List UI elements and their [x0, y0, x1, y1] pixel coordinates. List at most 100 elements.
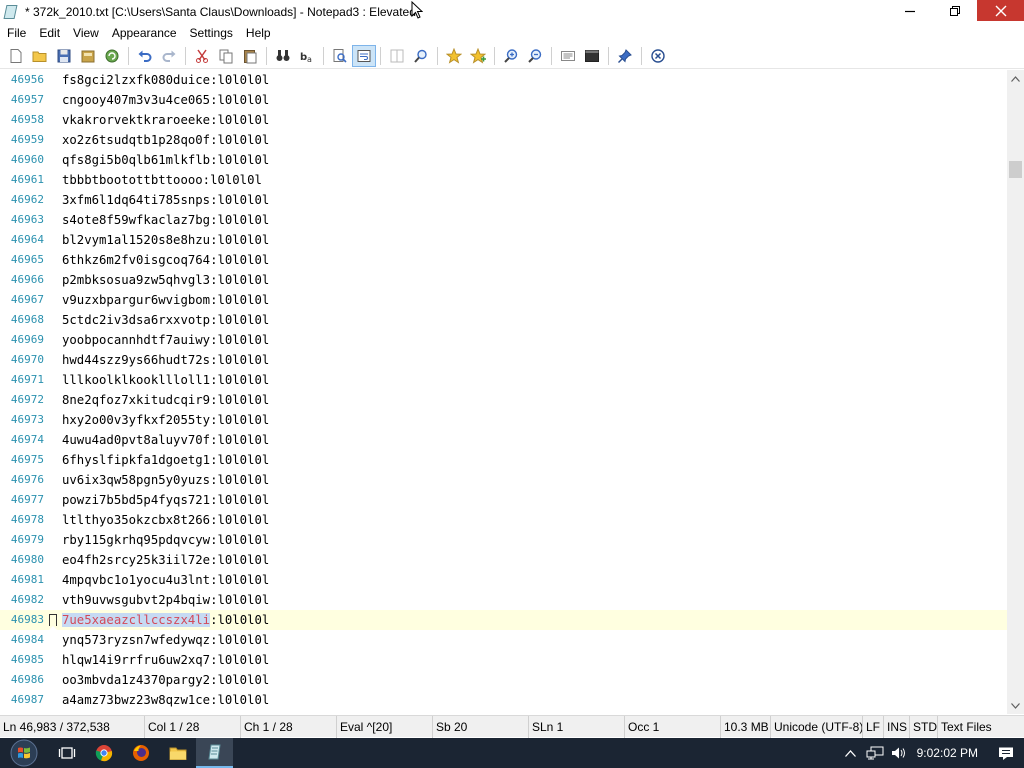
redo-button[interactable]	[157, 45, 181, 67]
editor-line[interactable]: 46961 tbbbtbootottbttoooo:l0l0l0l	[0, 170, 1007, 190]
line-text[interactable]: powzi7b5bd5p4fyqs721:l0l0l0l	[62, 490, 269, 510]
line-text[interactable]: vkakrorvektkraroeeke:l0l0l0l	[62, 110, 269, 130]
line-text[interactable]: 7ue5xaeazcllccszx4li:l0l0l0l	[62, 610, 269, 630]
save-copy-button[interactable]	[76, 45, 100, 67]
line-text[interactable]: hlqw14i9rrfru6uw2xq7:l0l0l0l	[62, 650, 269, 670]
undo-button[interactable]	[133, 45, 157, 67]
line-text[interactable]: 4uwu4ad0pvt8aluyv70f:l0l0l0l	[62, 430, 269, 450]
editor-line[interactable]: 46980 eo4fh2srcy25k3iil72e:l0l0l0l	[0, 550, 1007, 570]
editor-line[interactable]: 46967 v9uzxbpargur6wvigbom:l0l0l0l	[0, 290, 1007, 310]
task-view-button[interactable]	[48, 738, 85, 768]
line-text[interactable]: qfs8gi5b0qlb61mlkflb:l0l0l0l	[62, 150, 269, 170]
bookmark-gutter[interactable]	[44, 310, 62, 330]
taskbar-clock[interactable]: 9:02:02 PM	[911, 746, 988, 760]
editor-line[interactable]: 46976 uv6ix3qw58pgn5y0yuzs:l0l0l0l	[0, 470, 1007, 490]
line-text[interactable]: 4mpqvbc1o1yocu4u3lnt:l0l0l0l	[62, 570, 269, 590]
menu-settings[interactable]: Settings	[183, 23, 239, 43]
start-button[interactable]	[0, 738, 48, 768]
editor-line[interactable]: 46978 ltlthyo35okzcbx8t266:l0l0l0l	[0, 510, 1007, 530]
line-text[interactable]: bl2vym1al1520s8e8hzu:l0l0l0l	[62, 230, 269, 250]
bookmark-gutter[interactable]	[44, 690, 62, 710]
close-window-button[interactable]	[977, 0, 1024, 21]
bookmark-gutter[interactable]	[44, 270, 62, 290]
line-text[interactable]: vth9uvwsgubvt2p4bqiw:l0l0l0l	[62, 590, 269, 610]
line-text[interactable]: hxy2o00v3yfkxf2055ty:l0l0l0l	[62, 410, 269, 430]
bookmark-gutter[interactable]	[44, 650, 62, 670]
line-text[interactable]: oo3mbvda1z4370pargy2:l0l0l0l	[62, 670, 269, 690]
menu-help[interactable]: Help	[239, 23, 277, 43]
find-button[interactable]	[271, 45, 295, 67]
editor-line[interactable]: 46973 hxy2o00v3yfkxf2055ty:l0l0l0l	[0, 410, 1007, 430]
line-text[interactable]: cngooy407m3v3u4ce065:l0l0l0l	[62, 90, 269, 110]
bookmark-gutter[interactable]	[44, 490, 62, 510]
cut-button[interactable]	[190, 45, 214, 67]
line-text[interactable]: xo2z6tsudqtb1p28qo0f:l0l0l0l	[62, 130, 269, 150]
editor-line[interactable]: 46969 yoobpocannhdtf7auiwy:l0l0l0l	[0, 330, 1007, 350]
editor-line[interactable]: 46964 bl2vym1al1520s8e8hzu:l0l0l0l	[0, 230, 1007, 250]
line-text[interactable]: tbbbtbootottbttoooo:l0l0l0l	[62, 170, 262, 190]
line-text[interactable]: 6fhyslfipkfa1dgoetg1:l0l0l0l	[62, 450, 269, 470]
line-text[interactable]: p2mbksosua9zw5qhvgl3:l0l0l0l	[62, 270, 269, 290]
status-file-size[interactable]: 10.3 MB	[721, 715, 771, 738]
line-text[interactable]: s4ote8f59wfkaclaz7bg:l0l0l0l	[62, 210, 269, 230]
bookmark-gutter[interactable]	[44, 190, 62, 210]
add-favorite-button[interactable]	[466, 45, 490, 67]
exit-button[interactable]	[646, 45, 670, 67]
editor-line[interactable]: 46958 vkakrorvektkraroeeke:l0l0l0l	[0, 110, 1007, 130]
status-occurrences[interactable]: Occ 1	[625, 715, 721, 738]
editor-line[interactable]: 46970 hwd44szz9ys66hudt72s:l0l0l0l	[0, 350, 1007, 370]
taskbar-file-explorer[interactable]	[159, 738, 196, 768]
status-insert-mode[interactable]: INS	[884, 715, 910, 738]
line-text[interactable]: a4amz73bwz23w8qzw1ce:l0l0l0l	[62, 690, 269, 710]
bookmark-gutter[interactable]	[44, 170, 62, 190]
line-text[interactable]: 5ctdc2iv3dsa6rxxvotp:l0l0l0l	[62, 310, 269, 330]
editor-line[interactable]: 46972 8ne2qfoz7xkitudcqir9:l0l0l0l	[0, 390, 1007, 410]
editor-line[interactable]: 46977 powzi7b5bd5p4fyqs721:l0l0l0l	[0, 490, 1007, 510]
editor-line[interactable]: 46981 4mpqvbc1o1yocu4u3lnt:l0l0l0l	[0, 570, 1007, 590]
favorites-button[interactable]	[442, 45, 466, 67]
bookmark-gutter[interactable]	[44, 670, 62, 690]
bookmark-gutter[interactable]	[44, 250, 62, 270]
bookmark-gutter[interactable]	[44, 430, 62, 450]
editor-line[interactable]: 46983 7ue5xaeazcllccszx4li:l0l0l0l	[0, 610, 1007, 630]
editor-line[interactable]: 46986 oo3mbvda1z4370pargy2:l0l0l0l	[0, 670, 1007, 690]
copy-button[interactable]	[214, 45, 238, 67]
line-text[interactable]: eo4fh2srcy25k3iil72e:l0l0l0l	[62, 550, 269, 570]
editor-line[interactable]: 46957 cngooy407m3v3u4ce065:l0l0l0l	[0, 90, 1007, 110]
status-char[interactable]: Ch 1 / 28	[241, 715, 337, 738]
scroll-down-button[interactable]	[1007, 697, 1024, 714]
long-line-marker-button[interactable]	[385, 45, 409, 67]
status-eval[interactable]: Eval ^[20]	[337, 715, 433, 738]
minimize-button[interactable]	[887, 0, 932, 21]
bookmark-gutter[interactable]	[44, 290, 62, 310]
reload-button[interactable]	[100, 45, 124, 67]
bookmark-gutter[interactable]	[44, 530, 62, 550]
network-button[interactable]	[863, 738, 887, 768]
pin-button[interactable]	[613, 45, 637, 67]
bookmark-gutter[interactable]	[44, 150, 62, 170]
bookmark-gutter[interactable]	[44, 450, 62, 470]
taskbar-chrome[interactable]	[85, 738, 122, 768]
scroll-up-button[interactable]	[1007, 70, 1024, 87]
bookmark-gutter[interactable]	[44, 370, 62, 390]
status-selection-bytes[interactable]: Sb 20	[433, 715, 529, 738]
bookmark-gutter[interactable]	[44, 550, 62, 570]
bookmark-gutter[interactable]	[44, 90, 62, 110]
editor-line[interactable]: 46960 qfs8gi5b0qlb61mlkflb:l0l0l0l	[0, 150, 1007, 170]
status-column[interactable]: Col 1 / 28	[145, 715, 241, 738]
line-text[interactable]: 6thkz6m2fv0isgcoq764:l0l0l0l	[62, 250, 269, 270]
editor-line[interactable]: 46974 4uwu4ad0pvt8aluyv70f:l0l0l0l	[0, 430, 1007, 450]
status-selected-lines[interactable]: SLn 1	[529, 715, 625, 738]
line-text[interactable]: ynq573ryzsn7wfedywqz:l0l0l0l	[62, 630, 269, 650]
bookmark-gutter[interactable]	[44, 390, 62, 410]
select-all-button[interactable]	[556, 45, 580, 67]
bookmark-gutter[interactable]	[44, 510, 62, 530]
line-text[interactable]: ltlthyo35okzcbx8t266:l0l0l0l	[62, 510, 269, 530]
editor-line[interactable]: 46963 s4ote8f59wfkaclaz7bg:l0l0l0l	[0, 210, 1007, 230]
editor-line[interactable]: 46979 rby115gkrhq95pdqvcyw:l0l0l0l	[0, 530, 1007, 550]
editor-line[interactable]: 46985 hlqw14i9rrfru6uw2xq7:l0l0l0l	[0, 650, 1007, 670]
search-button[interactable]	[328, 45, 352, 67]
line-text[interactable]: 3xfm6l1dq64ti785snps:l0l0l0l	[62, 190, 269, 210]
editor-line[interactable]: 46966 p2mbksosua9zw5qhvgl3:l0l0l0l	[0, 270, 1007, 290]
status-std[interactable]: STD	[910, 715, 938, 738]
